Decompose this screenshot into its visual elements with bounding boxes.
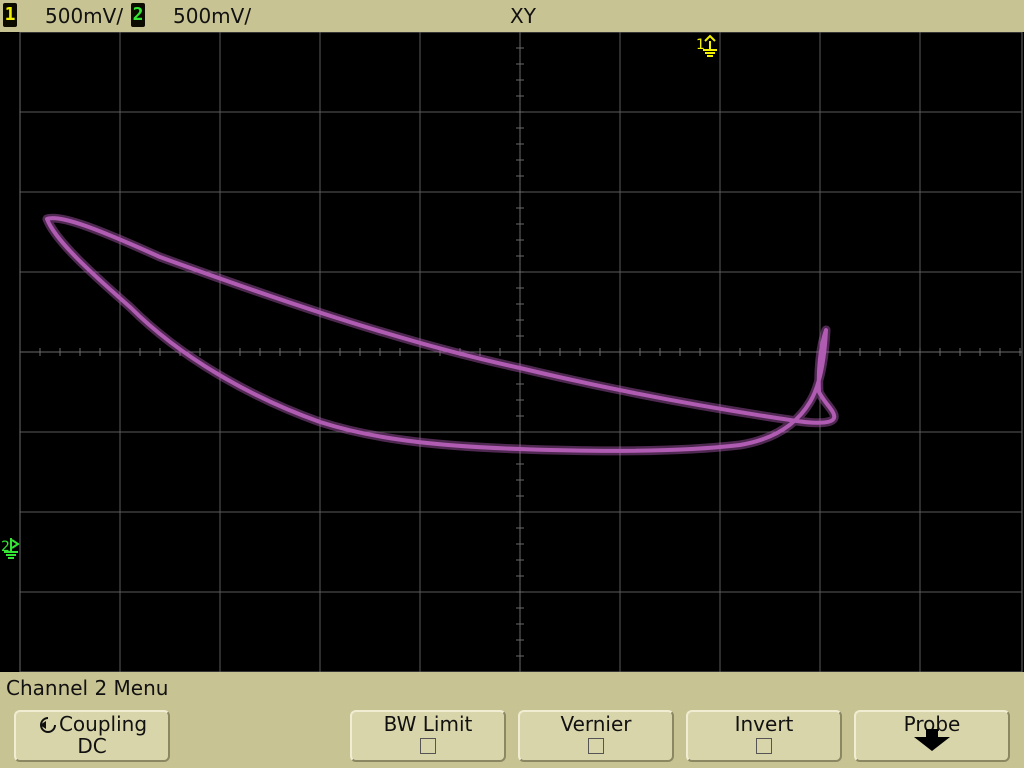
invert-checkbox[interactable] [756, 738, 772, 754]
channel2-ground-marker[interactable]: 2 [1, 538, 20, 559]
invert-label: Invert [734, 712, 794, 736]
cycle-arrow-icon [39, 717, 56, 733]
channel1-ground-marker[interactable]: 1 [696, 34, 717, 57]
channel2-badge[interactable]: 2 [131, 3, 145, 27]
graticule: 1 2 [1, 32, 1023, 672]
coupling-label: Coupling [58, 712, 148, 736]
vernier-label: Vernier [560, 712, 632, 736]
channel1-badge[interactable]: 1 [3, 3, 17, 27]
channel1-scale: 500mV/ [45, 4, 124, 28]
vernier-softkey[interactable]: Vernier [518, 710, 674, 762]
bw-limit-checkbox[interactable] [420, 738, 436, 754]
bw-limit-softkey[interactable]: BW Limit [350, 710, 506, 762]
channel2-scale: 500mV/ [173, 4, 252, 28]
menu-title: Channel 2 Menu [6, 676, 169, 700]
bw-limit-label: BW Limit [383, 712, 473, 736]
invert-softkey[interactable]: Invert [686, 710, 842, 762]
probe-softkey[interactable]: Probe [854, 710, 1010, 762]
vernier-checkbox[interactable] [588, 738, 604, 754]
xy-trace [42, 213, 839, 456]
center-axis-ticks [20, 32, 1022, 672]
coupling-value: DC [77, 734, 107, 758]
waveform-display[interactable]: 1 2 [0, 32, 1024, 672]
xy-mode-label: XY [510, 4, 536, 28]
ground-arrow-up-icon [703, 34, 717, 57]
status-bar: 1 500mV/ 2 500mV/ XY [0, 0, 1024, 32]
down-arrow-icon [914, 729, 950, 751]
coupling-softkey[interactable]: Coupling DC [14, 710, 170, 762]
